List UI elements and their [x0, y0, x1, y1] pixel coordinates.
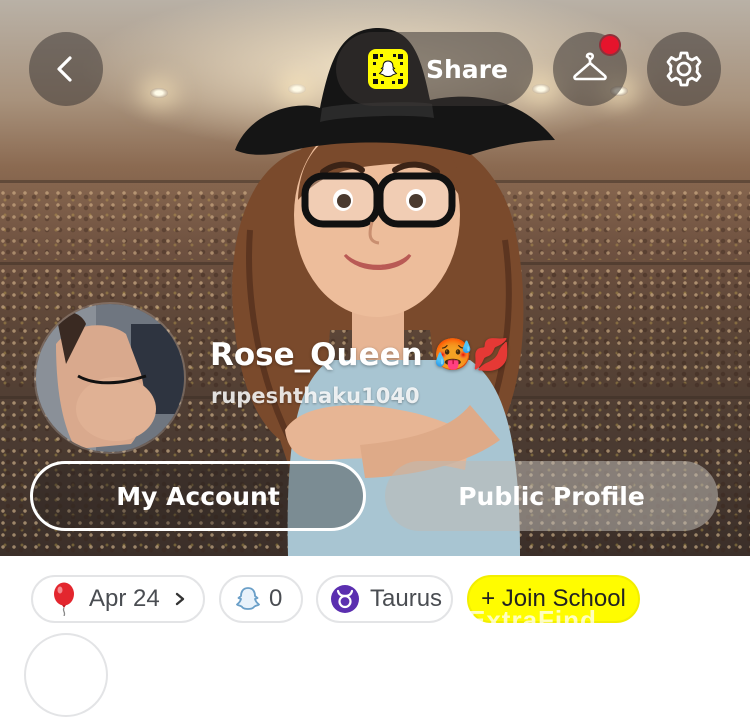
profile-chips: Apr 24 0 Taurus + Join School: [0, 556, 750, 656]
balloon-icon: [51, 582, 77, 616]
public-profile-button[interactable]: Public Profile: [385, 461, 718, 531]
settings-button[interactable]: [647, 32, 721, 106]
zodiac-label: Taurus: [370, 585, 443, 612]
share-label: Share: [426, 54, 508, 84]
friends-count-chip[interactable]: 0: [219, 575, 303, 623]
my-account-button[interactable]: My Account: [30, 461, 366, 531]
profile-header: Share Rose_Queen 🥵💋 rupeshthaku1040 My A…: [0, 0, 750, 556]
join-school-button[interactable]: + Join School: [467, 575, 640, 623]
birthday-chip[interactable]: Apr 24: [31, 575, 205, 623]
ghost-icon: [235, 585, 261, 613]
display-name: Rose_Queen 🥵💋: [210, 337, 511, 373]
birthday-label: Apr 24: [89, 585, 160, 612]
back-button[interactable]: [29, 32, 103, 106]
chevron-right-icon: [174, 592, 186, 606]
chevron-left-icon: [57, 56, 72, 82]
taurus-icon: [330, 584, 360, 614]
gear-icon: [666, 51, 702, 87]
hanger-icon: [573, 52, 607, 81]
profile-photo[interactable]: [34, 302, 186, 454]
snapcode-icon: [368, 49, 408, 89]
story-thumbnail[interactable]: [24, 633, 108, 717]
friends-count: 0: [269, 585, 283, 612]
notification-badge: [599, 34, 621, 56]
outfit-button[interactable]: [553, 32, 627, 106]
share-button[interactable]: Share: [336, 32, 533, 106]
zodiac-chip[interactable]: Taurus: [316, 575, 453, 623]
username: rupeshthaku1040: [211, 384, 420, 408]
